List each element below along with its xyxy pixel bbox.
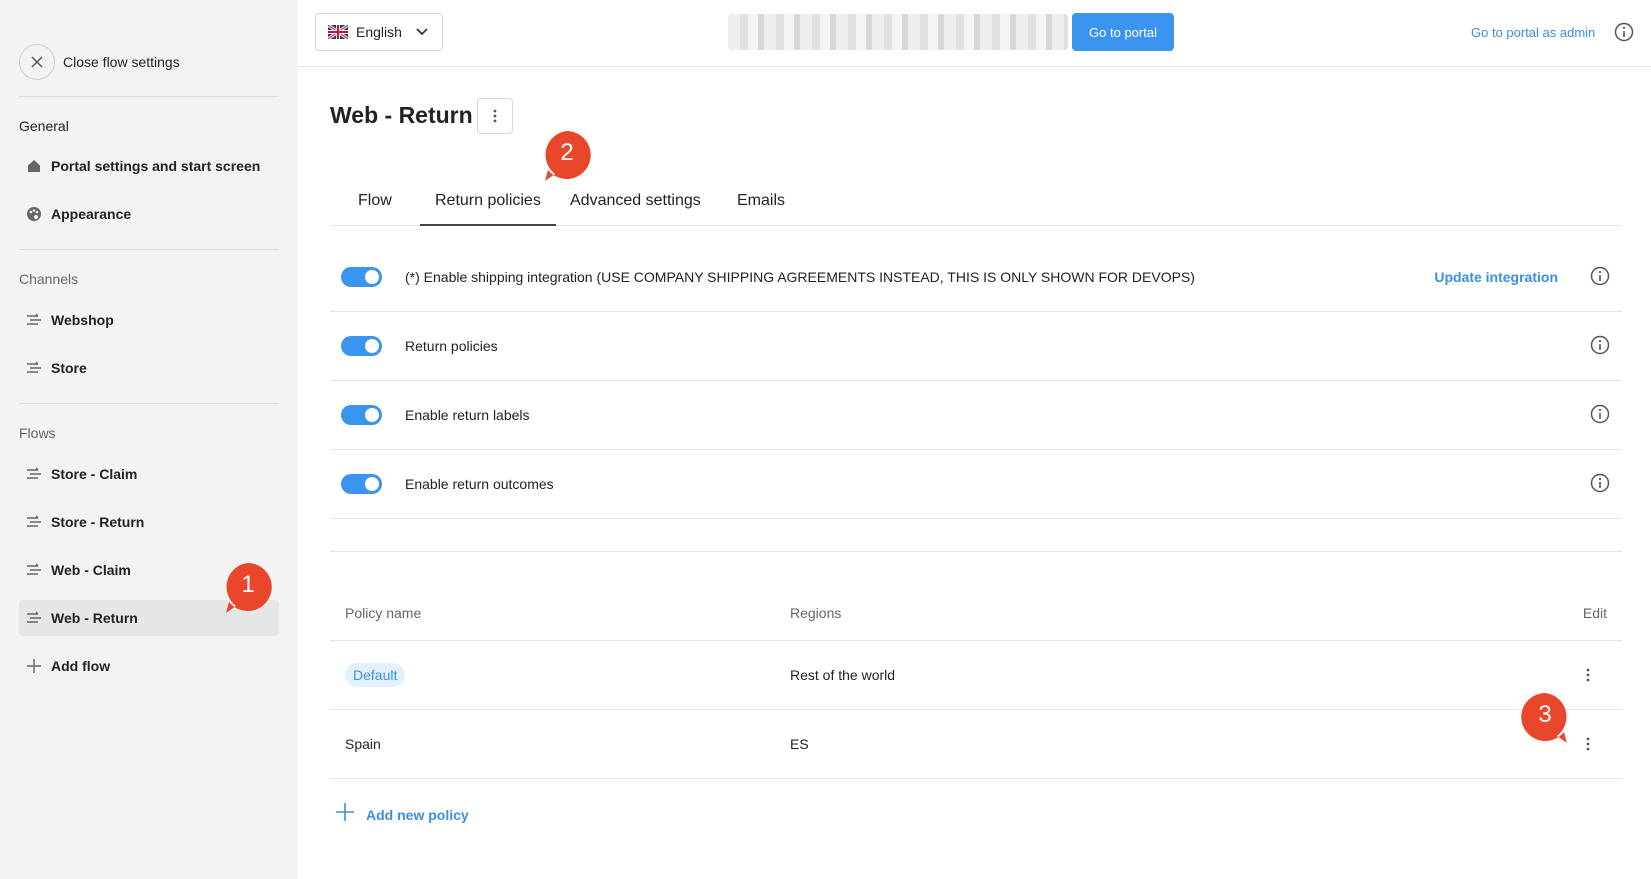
close-flow-settings-label: Close flow settings	[63, 54, 180, 70]
language-select[interactable]: English	[315, 13, 443, 51]
info-icon[interactable]	[1590, 266, 1610, 291]
toggle-label: (*) Enable shipping integration (USE COM…	[405, 269, 1195, 285]
add-new-policy-label: Add new policy	[366, 806, 469, 823]
sidebar: Close flow settings General Portal setti…	[0, 0, 298, 879]
sidebar-item-store-return[interactable]: Store - Return	[19, 504, 279, 540]
table-row[interactable]: Default Rest of the world	[330, 641, 1622, 710]
row-options-button[interactable]	[1578, 665, 1598, 685]
plus-icon	[25, 657, 43, 675]
divider	[330, 551, 1622, 552]
toggle-row-return-labels: Enable return labels	[330, 381, 1622, 450]
policy-name-cell: Spain	[345, 736, 381, 752]
divider	[19, 249, 279, 250]
tab-emails[interactable]: Emails	[737, 172, 785, 226]
section-title-channels: Channels	[19, 271, 79, 287]
shipping-integration-toggle[interactable]	[341, 267, 382, 287]
toggle-label: Enable return outcomes	[405, 476, 554, 492]
language-label: English	[356, 24, 402, 40]
add-new-policy-button[interactable]: Add new policy	[336, 803, 469, 826]
divider	[19, 96, 279, 97]
sidebar-item-label: Web - Return	[51, 610, 138, 626]
toggle-label: Return policies	[405, 338, 498, 354]
tab-bar: Flow Return policies Advanced settings E…	[330, 172, 1622, 226]
info-icon[interactable]	[1614, 22, 1634, 47]
plus-icon	[336, 803, 354, 826]
page-options-button[interactable]	[477, 98, 513, 134]
sidebar-item-store[interactable]: Store	[19, 350, 279, 386]
flow-icon	[25, 609, 43, 627]
sidebar-item-label: Webshop	[51, 312, 114, 328]
flow-icon	[25, 513, 43, 531]
marker-number: 2	[560, 139, 574, 166]
add-flow-button[interactable]: Add flow	[19, 648, 279, 684]
add-flow-label: Add flow	[51, 658, 111, 674]
row-options-button[interactable]	[1578, 734, 1598, 754]
table-header: Policy name Regions Edit	[330, 583, 1622, 641]
tab-return-policies[interactable]: Return policies	[420, 172, 556, 226]
uk-flag-icon	[327, 23, 349, 41]
sidebar-item-label: Store - Claim	[51, 466, 138, 482]
callout-marker-1: 1	[223, 562, 273, 613]
section-title-flows: Flows	[19, 425, 56, 441]
kebab-icon	[1586, 668, 1590, 682]
topbar: English Go to portal Go to portal as adm…	[298, 0, 1651, 67]
table-row[interactable]: Spain ES	[330, 710, 1622, 779]
divider	[19, 403, 279, 404]
column-header-regions: Regions	[790, 605, 842, 621]
return-policies-toggle[interactable]	[341, 336, 382, 356]
sidebar-item-label: Web - Claim	[51, 562, 131, 578]
close-icon[interactable]	[19, 44, 55, 80]
sidebar-item-label: Appearance	[51, 206, 132, 222]
sidebar-item-webshop[interactable]: Webshop	[19, 302, 279, 338]
info-icon[interactable]	[1590, 335, 1610, 360]
toggle-label: Enable return labels	[405, 407, 530, 423]
marker-number: 3	[1538, 701, 1552, 728]
sidebar-item-label: Store - Return	[51, 514, 145, 530]
regions-cell: ES	[790, 736, 809, 752]
sidebar-item-store-claim[interactable]: Store - Claim	[19, 456, 279, 492]
toggle-row-return-policies: Return policies	[330, 312, 1622, 381]
default-policy-badge: Default	[345, 663, 406, 687]
sidebar-item-appearance[interactable]: Appearance	[19, 196, 279, 232]
toggle-row-shipping-integration: (*) Enable shipping integration (USE COM…	[330, 243, 1622, 312]
kebab-icon	[493, 109, 497, 123]
section-title-general: General	[19, 118, 69, 134]
flow-icon	[25, 359, 43, 377]
marker-number: 1	[241, 571, 255, 598]
home-icon	[25, 157, 43, 175]
sidebar-item-label: Store	[51, 360, 87, 376]
redacted-portal-url	[728, 14, 1068, 50]
column-header-edit: Edit	[1582, 605, 1607, 621]
palette-icon	[25, 205, 43, 223]
go-to-portal-as-admin-link[interactable]: Go to portal as admin	[1471, 25, 1595, 40]
toggle-row-return-outcomes: Enable return outcomes	[330, 450, 1622, 519]
callout-marker-3: 3	[1520, 692, 1570, 743]
chevron-down-icon	[416, 23, 428, 41]
info-icon[interactable]	[1590, 473, 1610, 498]
flow-icon	[25, 311, 43, 329]
flow-icon	[25, 561, 43, 579]
page-title: Web - Return	[330, 102, 473, 128]
return-outcomes-toggle[interactable]	[341, 474, 382, 494]
sidebar-item-portal-settings[interactable]: Portal settings and start screen	[19, 148, 279, 184]
go-to-portal-button[interactable]: Go to portal	[1072, 13, 1174, 51]
close-flow-settings-button[interactable]: Close flow settings	[19, 44, 180, 80]
info-icon[interactable]	[1590, 404, 1610, 429]
kebab-icon	[1586, 737, 1590, 751]
flow-icon	[25, 465, 43, 483]
update-integration-link[interactable]: Update integration	[1434, 269, 1558, 285]
tab-flow[interactable]: Flow	[358, 172, 392, 226]
regions-cell: Rest of the world	[790, 667, 896, 683]
callout-marker-2: 2	[542, 130, 592, 181]
sidebar-item-label: Portal settings and start screen	[51, 158, 261, 174]
column-header-policy-name: Policy name	[345, 605, 422, 621]
return-labels-toggle[interactable]	[341, 405, 382, 425]
